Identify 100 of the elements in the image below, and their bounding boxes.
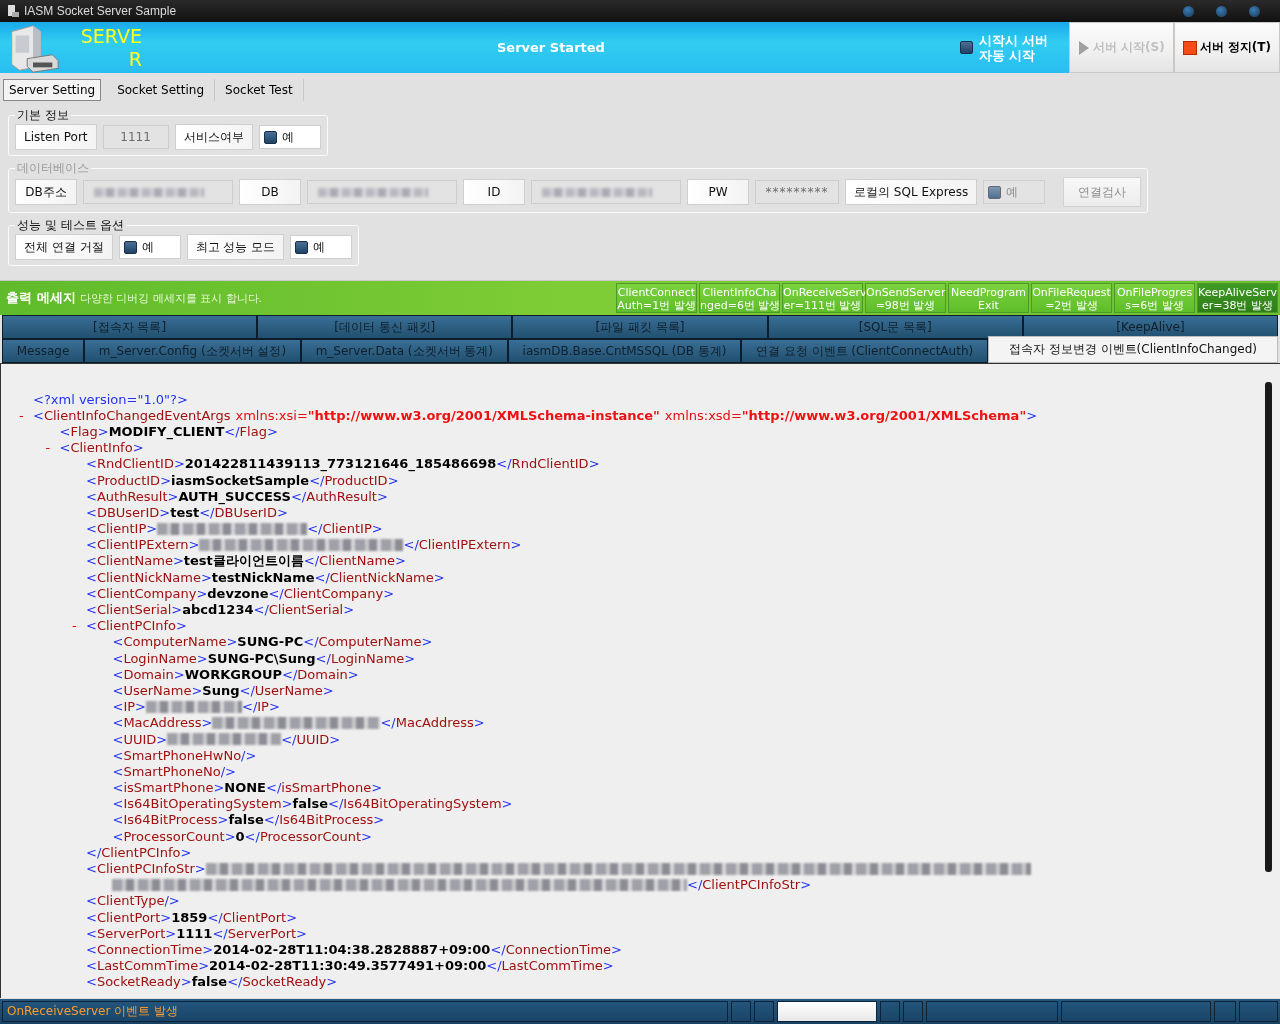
window-button[interactable] [1183, 5, 1194, 17]
view-tab[interactable]: [데이터 통신 패킷] [257, 315, 513, 339]
collapse-toggle[interactable]: - [72, 618, 86, 634]
xml-line: <ClientCompany>devzone</ClientCompany> [86, 585, 395, 601]
xml-tag: </ClientIPExtern> [403, 537, 522, 553]
xml-tag: </MacAddress> [380, 715, 485, 731]
xml-line: <ClientPort>1859</ClientPort> [86, 909, 298, 925]
output-subtitle: 다양한 디버깅 메세지를 표시 합니다. [79, 290, 263, 306]
xml-line: <DBUserID>test</DBUserID> [86, 504, 288, 520]
status-panel [754, 1001, 774, 1022]
checkbox[interactable]: 예 [258, 125, 321, 149]
input-field[interactable] [531, 180, 681, 204]
tab[interactable]: Socket Setting [107, 79, 216, 101]
xml-line: <RndClientID>201422811439113_773121646_185486698</RndClientID> [86, 456, 600, 472]
xml-line: <ClientPCInfo> [86, 618, 187, 634]
xml-line: <Is64BitProcess>false</Is64BitProcess> [112, 812, 385, 828]
xml-line: <ComputerName>SUNG-PC</ComputerName> [112, 634, 433, 650]
view-tab[interactable]: 접속자 정보변경 이벤트(ClientInfoChanged) [987, 336, 1278, 363]
app-icon [6, 4, 20, 18]
xml-tag: </IP> [242, 699, 280, 715]
field-label: Listen Port [15, 124, 97, 150]
checkbox[interactable]: 예 [118, 235, 181, 259]
xml-line: <?xml version="1.0"?> [33, 391, 188, 407]
xml-line: <ClientInfoChangedEventArgs xmlns:xsi="http://www.w3.org/2001/XMLSchema-instance" xmlns:xsd="http://www.w3.org/2001/XMLSchema"> [33, 407, 1038, 423]
field-label: 서비스여부 [174, 124, 253, 150]
xml-line: <LastCommTime>2014-02-28T11:30:49.3577491+09:00</LastCommTime> [86, 958, 614, 974]
collapse-toggle[interactable]: - [45, 440, 60, 456]
view-tab[interactable]: [접속자 목록] [2, 315, 258, 339]
xml-tag: <UUID> [112, 731, 168, 747]
view-tab[interactable]: 연결 요청 이벤트 (ClientConnectAuth) [741, 339, 988, 363]
xml-line: <AuthResult>AUTH_SUCCESS</AuthResult> [86, 488, 388, 504]
xml-line: <ProductID>iasmSocketSample</ProductID> [86, 472, 399, 488]
tab[interactable]: Server Setting [3, 79, 102, 101]
window-button[interactable] [1249, 5, 1260, 17]
window-title: IASM Socket Server Sample [24, 4, 177, 18]
stop-icon [1182, 40, 1197, 55]
status-panel [903, 1001, 923, 1022]
status-panel [1214, 1001, 1236, 1022]
xml-line: <ProcessorCount>0</ProcessorCount> [112, 828, 372, 844]
xml-tag: <ClientPCInfoStr> [86, 861, 206, 877]
xml-tag: </UUID> [281, 731, 341, 747]
view-tab[interactable]: [SQL문 목록] [767, 315, 1023, 339]
view-tab[interactable]: iasmDB.Base.CntMSSQL (DB 통계) [507, 339, 742, 363]
xml-line: <ConnectionTime>2014-02-28T11:04:38.2828887+09:00</ConnectionTime> [86, 941, 622, 957]
server-status: Server Started [495, 40, 606, 55]
scrollbar[interactable] [1265, 382, 1272, 872]
xml-tag: <IP> [112, 699, 146, 715]
checkbox[interactable] [959, 41, 973, 54]
view-tab[interactable]: m_Server.Config (소켓서버 설정) [84, 339, 301, 363]
xml-line: <Domain>WORKGROUP</Domain> [112, 666, 359, 682]
event-counter: KeepAliveServ er=38번 발생 [1197, 283, 1278, 313]
event-counter: OnFileProgres s=6번 발생 [1114, 283, 1195, 313]
play-icon [1077, 39, 1090, 56]
event-counter: ClientInfoCha nged=6번 발생 [699, 283, 780, 313]
xml-line: <ClientSerial>abcd1234</ClientSerial> [86, 602, 355, 618]
xml-line: <LoginName>SUNG-PC\Sung</LoginName> [112, 650, 416, 666]
xml-line: <UserName>Sung</UserName> [112, 682, 334, 698]
xml-line: <ClientType/> [86, 893, 180, 909]
logo-text: SERVER [79, 24, 142, 71]
field-label: 전체 연결 거절 [15, 234, 113, 260]
xml-line: <SmartPhoneHwNo/> [112, 747, 257, 763]
checkbox[interactable]: 예 [290, 235, 353, 259]
xml-tag: </ClientPCInfoStr> [687, 877, 812, 893]
window-button[interactable] [1216, 5, 1227, 17]
collapse-toggle[interactable]: - [19, 407, 33, 423]
xml-line: <ClientName>test클라이언트이름</ClientName> [86, 551, 406, 570]
stop-server-button[interactable]: 서버 정지(T) [1173, 22, 1280, 73]
xml-line: <ClientInfo> [59, 440, 144, 456]
xml-line: <ServerPort>1111</ServerPort> [86, 925, 307, 941]
xml-tag: <ClientIP> [86, 521, 158, 537]
xml-line: </ClientPCInfo> [86, 844, 192, 860]
event-counter: NeedProgram Exit [948, 283, 1029, 313]
group-title: 데이터베이스 [15, 160, 91, 177]
xml-tag: <MacAddress> [112, 715, 213, 731]
view-tab[interactable]: Message [2, 339, 85, 363]
status-panel [731, 1001, 751, 1022]
input-field[interactable] [307, 180, 457, 204]
xml-line: <Flag>MODIFY_CLIENT</Flag> [59, 423, 278, 439]
event-counter: OnFileRequest =2번 발생 [1031, 283, 1112, 313]
view-tab[interactable]: m_Server.Data (소켓서버 통계) [300, 339, 508, 363]
event-counter: OnSendServer =98번 발생 [865, 283, 946, 313]
tab[interactable]: Socket Test [215, 79, 304, 101]
field-label: 로컬의 SQL Express [845, 179, 978, 205]
view-tab[interactable]: [KeepAlive] [1022, 315, 1278, 339]
xml-tag: <ClientIPExtern> [86, 537, 200, 553]
xml-line: <isSmartPhone>NONE</isSmartPhone> [112, 780, 383, 796]
group-title: 기본 정보 [15, 107, 71, 124]
field-label: DB주소 [15, 179, 77, 205]
field-label: ID [463, 179, 525, 205]
checkbox-label: 시작시 서버 자동 시작 [978, 32, 1050, 63]
field-label: DB [239, 179, 301, 205]
group-title: 성능 및 테스트 옵션 [15, 217, 127, 234]
event-counter: ClientConnect Auth=1번 발생 [616, 283, 697, 313]
output-title: 출력 메세지 [6, 289, 76, 307]
field-label: PW [687, 179, 749, 205]
status-panel [1239, 1001, 1278, 1022]
xml-line: <SmartPhoneNo/> [112, 763, 236, 779]
xml-line: <Is64BitOperatingSystem>false</Is64BitOperatingSystem> [112, 796, 513, 812]
input-field[interactable] [83, 180, 233, 204]
view-tab[interactable]: [파일 패킷 목록] [512, 315, 768, 339]
